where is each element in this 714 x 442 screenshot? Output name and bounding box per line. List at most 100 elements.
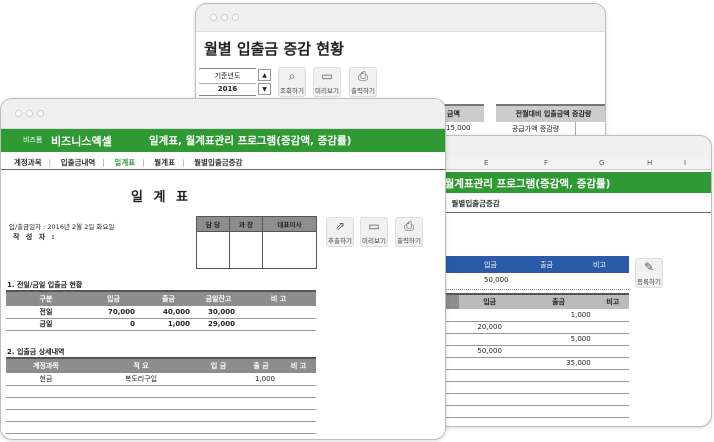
brand-logo[interactable]: 비즈니스엑셀 [51,133,112,149]
entry-row-cell [459,357,521,370]
detail-row-cell [281,397,316,410]
col-I[interactable]: I [684,159,686,167]
summary-row: 금일 0 1,000 29,000 [6,318,316,331]
search-icon: ⌕ [288,69,296,83]
blue-header-in: 입금 [484,261,497,269]
year-input[interactable]: 2016 [199,83,256,96]
summary-row-cell: 70,000 [86,306,141,319]
detail-row-cell [6,385,86,398]
register-label: 등록하기 [637,278,661,286]
print-label: 출력하기 [397,237,421,245]
export-icon: ⇗ [334,219,346,233]
nav-accounts[interactable]: 계정과목 [14,158,42,167]
col-G[interactable]: G [599,159,604,167]
section1-title: 1. 전일/금일 입출금 현황 [7,281,83,289]
export-label: 추출하기 [328,237,352,245]
entry-row-cell [520,405,597,418]
detail-row: 현금 복도리구입 1,000 [6,373,316,386]
detail-row-cell [281,385,316,398]
entry-row-cell [459,393,521,406]
summary-row-cell [241,318,316,331]
approval-manager: 담 당 [196,216,230,232]
nav-monthly-change[interactable]: 월별입출금증감 [194,158,242,167]
col-E[interactable]: E [484,159,488,167]
year-label: 기준년도 [199,68,256,84]
col-H[interactable]: H [647,159,652,167]
summary-row-cell: 0 [86,318,141,331]
year-up-button[interactable]: ▲ [258,69,271,81]
nav-transactions[interactable]: 입출금내역 [61,158,96,167]
header-note: 비고 [596,293,629,309]
detail-row [6,421,316,434]
summary-row-cell: 금일 [6,318,86,331]
detail-row-cell: 현금 [6,373,86,386]
detail-row-cell [241,385,281,398]
detail-row-cell [86,421,196,434]
detail-row [6,385,316,398]
sign-box[interactable] [196,231,230,269]
entry-row: 입35,000 [429,357,629,370]
header-category: 구분 [6,290,86,306]
print-button[interactable]: ⎙ 출력하기 [349,67,377,97]
summary-row-cell: 30,000 [196,306,241,319]
summary-row: 전일 70,000 40,000 30,000 [6,306,316,319]
entry-row: 품20,000 [429,321,629,334]
approval-ceo: 대표이사 [262,216,317,232]
entry-row-cell [596,345,629,358]
header-note: 비 고 [281,357,316,373]
entry-table: 입금출금비고 입1,000품20,000입5,000가50,000입35,000 [429,293,629,418]
ledger-entry-window: E F G H I , 월계표관리 프로그램(증감액, 증감률) |월별입출금증… [428,135,712,427]
page-title: 월별 입출금 증감 현황 [204,40,344,58]
detail-row-cell [196,385,241,398]
brand-small: 비즈폼 [23,136,43,144]
detail-row-cell [86,409,196,422]
entry-row-cell [596,369,629,382]
blue-header-out: 출금 [540,261,553,269]
nav-monthly[interactable]: 월계표 [154,158,175,167]
detail-row-cell [196,397,241,410]
entry-row [429,381,629,394]
approval-section-chief: 과 장 [229,216,263,232]
entry-row-cell [596,333,629,346]
register-button[interactable]: ✎ 등록하기 [635,258,663,288]
entry-row [429,369,629,382]
detail-row [6,409,316,422]
daily-ledger-window: 비즈폼 비즈니스엑셀 일계표, 월계표관리 프로그램(증감액, 증감률) 계정과… [0,98,446,440]
col-F[interactable]: F [544,159,548,167]
header-in: 입금 [86,290,141,306]
printer-icon: ⎙ [404,219,414,233]
detail-row-cell [6,421,86,434]
header-out: 출 금 [241,357,281,373]
header-out: 출금 [141,290,196,306]
sign-box[interactable] [229,231,263,269]
blue-row-in: 50,000 [484,276,509,284]
sign-box[interactable] [262,231,317,269]
entry-row-cell [520,393,597,406]
summary-row-cell: 전일 [6,306,86,319]
entry-row-cell [520,321,597,334]
search-button[interactable]: ⌕ 조회하기 [278,67,306,97]
title-bar [1,99,445,129]
summary-table: 구분 입금 출금 금일잔고 비 고 전일 70,000 40,000 30,000 금일… [6,290,316,331]
header-in: 입금 [459,293,521,309]
section2-title: 2. 입출금 상세내역 [7,348,65,356]
green-banner: , 월계표관리 프로그램(증감액, 증감률) [429,172,711,193]
pencil-icon: ✎ [643,260,655,274]
nav-daily[interactable]: 일계표 [114,158,135,167]
preview-button[interactable]: ▭ 미리보기 [313,67,341,97]
partial-value: 15,000 [446,124,471,132]
entry-row-cell [596,405,629,418]
preview-label: 미리보기 [362,237,386,245]
entry-row-cell: 50,000 [459,345,521,358]
print-button[interactable]: ⎙ 출력하기 [395,217,423,247]
detail-table: 계정과목 적 요 입 금 출 금 비 고 현금 복도리구입 1,000 [6,357,316,434]
year-down-button[interactable]: ▼ [258,83,271,95]
entry-row-cell [596,357,629,370]
export-button[interactable]: ⇗ 추출하기 [326,217,354,247]
nav-monthly-change[interactable]: 월별입출금증감 [452,199,500,208]
preview-button[interactable]: ▭ 미리보기 [360,217,388,247]
detail-row-cell: 복도리구입 [86,373,196,386]
detail-row-cell [241,397,281,410]
monitor-icon: ▭ [368,219,380,233]
entry-row-cell [596,393,629,406]
